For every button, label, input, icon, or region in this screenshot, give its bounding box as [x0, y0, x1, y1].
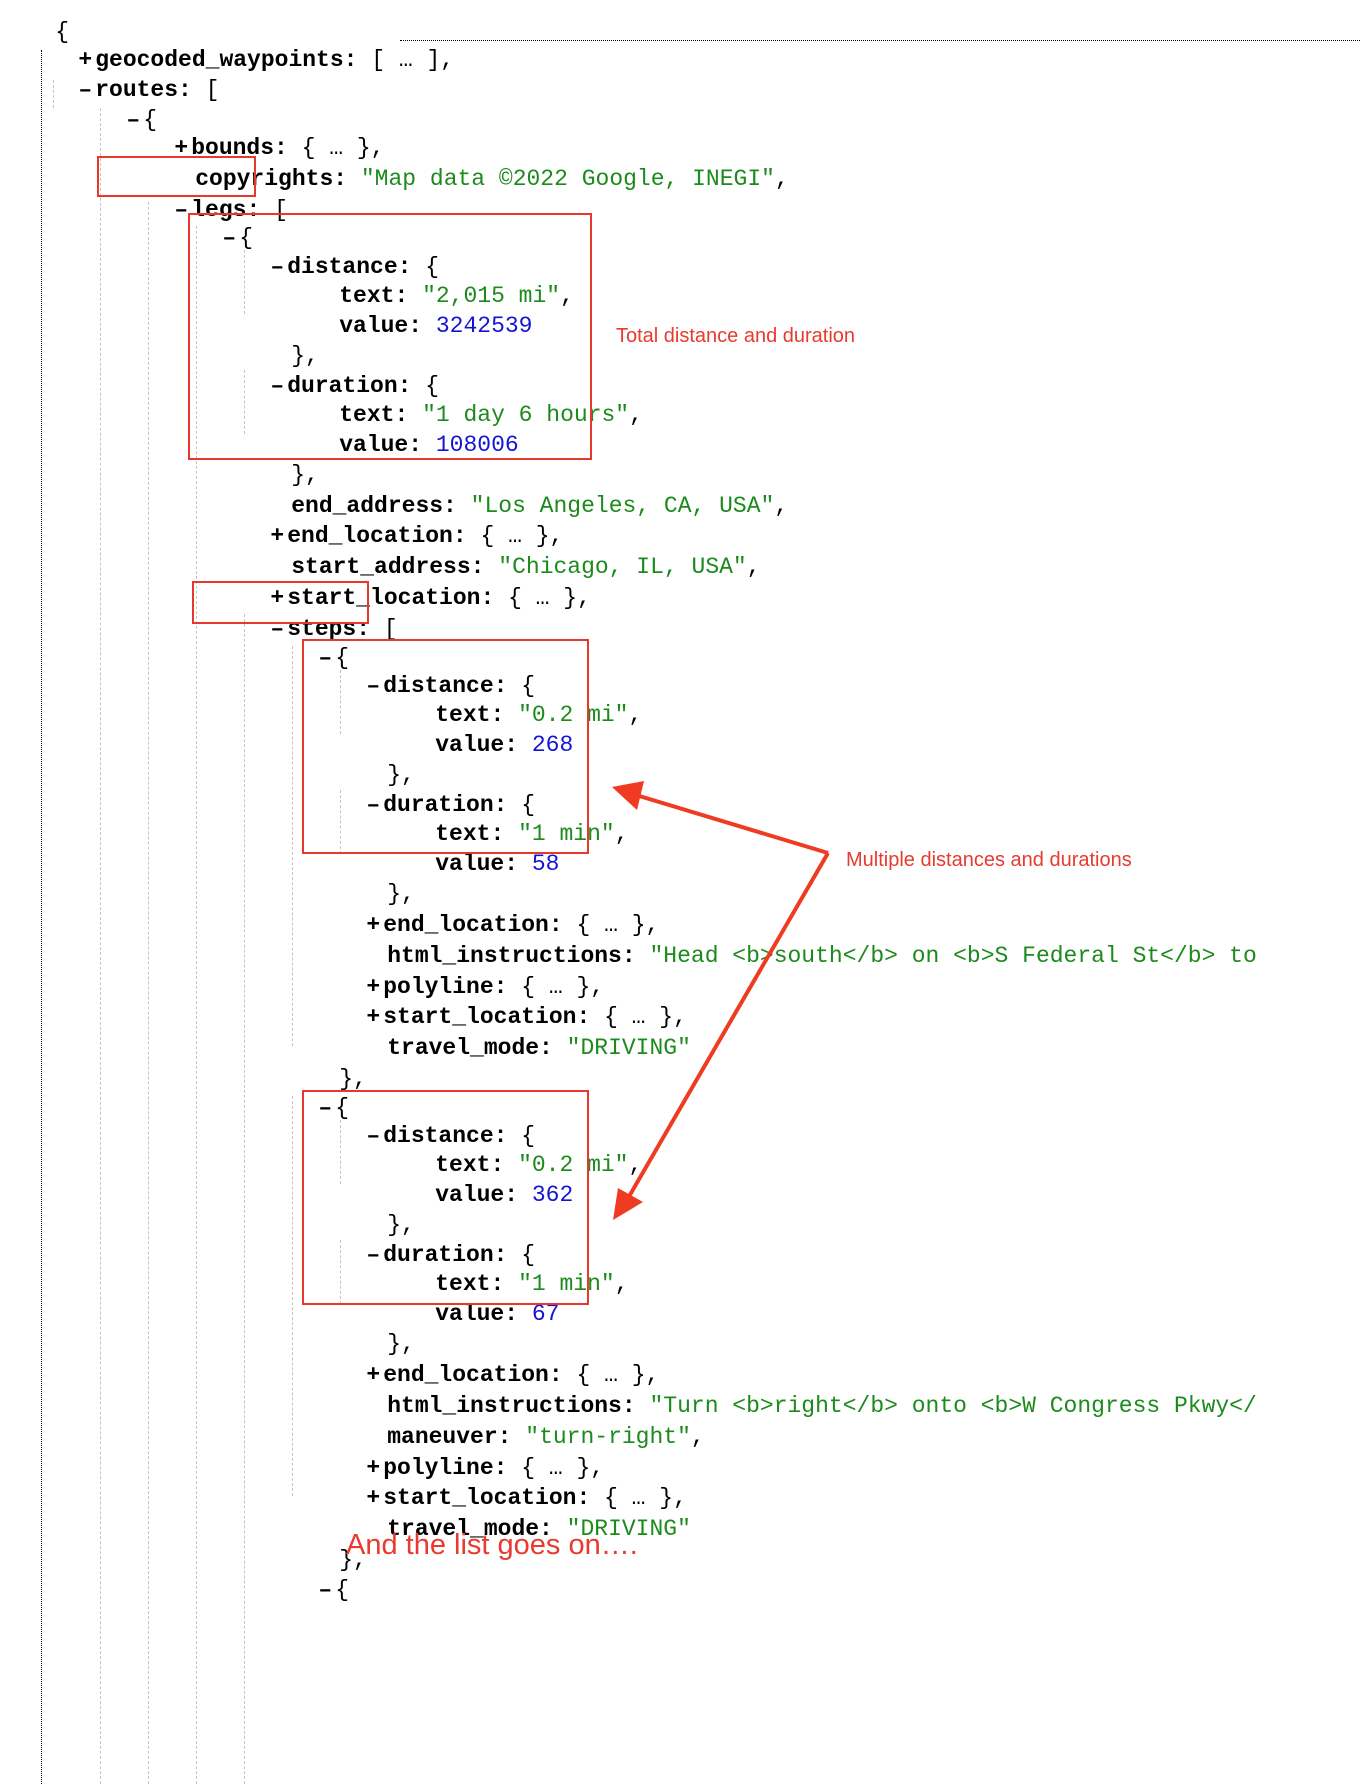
json-viewer: { + geocoded_waypoints: [ … ], – routes: […: [0, 0, 1360, 1784]
arrowhead-step1: [612, 781, 644, 810]
annotation-multiple: Multiple distances and durations: [846, 849, 1132, 871]
arrow-to-step2: [625, 851, 830, 1202]
arrowhead-step2: [613, 1188, 643, 1220]
arrow-to-step1: [635, 793, 829, 855]
annotation-total: Total distance and duration: [616, 325, 856, 347]
annotation-more: And the list goes on….: [346, 1529, 638, 1561]
annotation-arrows: [612, 781, 830, 1220]
